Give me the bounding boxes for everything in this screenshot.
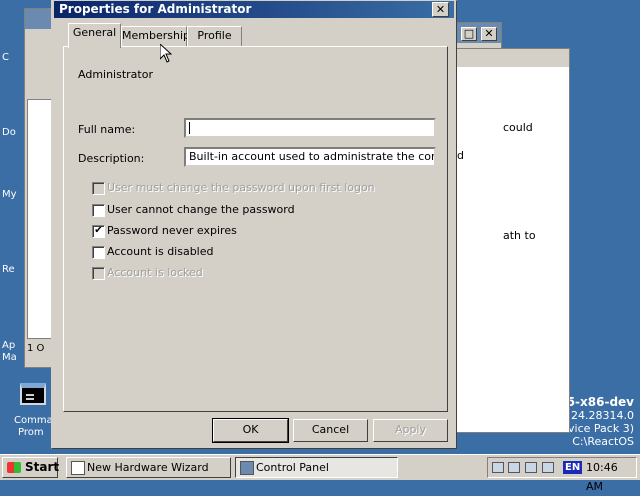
tab-membership[interactable]: Membership <box>121 26 190 47</box>
account-locked-label: Account is locked <box>107 266 203 279</box>
account-disabled-label: Account is disabled <box>107 245 214 258</box>
background-text-path: ath to <box>503 229 536 242</box>
background-window-right-toolbar <box>457 49 569 67</box>
background-text-d: d <box>457 149 464 162</box>
cancel-button[interactable]: Cancel <box>293 419 368 442</box>
general-tab-panel: Administrator Full name: Description: Bu… <box>63 46 448 412</box>
full-name-input[interactable] <box>184 118 436 138</box>
dialog-title: Properties for Administrator <box>59 2 252 16</box>
ok-button[interactable]: OK <box>212 418 289 443</box>
clock[interactable]: 10:46 AM <box>586 458 636 496</box>
start-label: Start <box>25 460 60 474</box>
account-disabled-checkbox[interactable] <box>92 246 105 259</box>
version-system-path: C:\ReactOS <box>572 435 634 448</box>
control-panel-icon <box>240 461 254 475</box>
safely-remove-icon[interactable] <box>525 462 537 473</box>
text-caret <box>189 122 190 134</box>
checkmark-icon: ✔ <box>94 225 103 236</box>
volume-icon[interactable] <box>492 462 504 473</box>
close-icon[interactable]: ✕ <box>481 27 497 41</box>
desktop-icon-command-prompt-line2: Prom <box>18 427 44 438</box>
background-window-status: 1 O <box>27 343 45 354</box>
mouse-cursor-icon <box>160 44 172 63</box>
network-icon[interactable] <box>508 462 520 473</box>
tab-profile[interactable]: Profile <box>187 26 242 47</box>
tab-general[interactable]: General <box>68 23 121 48</box>
dialog-titlebar[interactable]: Properties for Administrator ✕ <box>54 1 454 18</box>
taskbar: Start New Hardware Wizard Control Panel … <box>0 454 640 493</box>
description-input[interactable]: Built-in account used to administrate th… <box>184 147 436 167</box>
task-label: New Hardware Wizard <box>87 461 209 474</box>
password-never-expires-checkbox[interactable]: ✔ <box>92 225 105 238</box>
task-new-hardware-wizard[interactable]: New Hardware Wizard <box>66 457 231 478</box>
close-icon: ✕ <box>435 3 446 16</box>
start-logo-icon <box>7 462 21 473</box>
language-indicator[interactable]: EN <box>563 461 583 474</box>
start-button[interactable]: Start <box>2 457 60 478</box>
maximize-icon[interactable]: □ <box>461 27 477 41</box>
properties-dialog[interactable]: Properties for Administrator ✕ General M… <box>51 0 457 449</box>
background-window-right[interactable]: could d ath to <box>456 48 570 433</box>
background-text-could: could <box>503 121 533 134</box>
cannot-change-password-checkbox[interactable] <box>92 204 105 217</box>
must-change-password-label: User must change the password upon first… <box>107 181 375 194</box>
system-tray: EN 10:46 AM <box>487 457 637 493</box>
cannot-change-password-label: User cannot change the password <box>107 203 295 216</box>
dialog-close-button[interactable]: ✕ <box>432 2 449 17</box>
password-never-expires-label: Password never expires <box>107 224 237 237</box>
task-label: Control Panel <box>256 461 329 474</box>
desktop-icon-command-prompt[interactable]: Comma <box>14 415 54 427</box>
description-label: Description: <box>78 152 145 165</box>
full-name-label: Full name: <box>78 123 136 136</box>
display-icon[interactable] <box>542 462 554 473</box>
user-name-heading: Administrator <box>78 68 153 81</box>
wizard-icon <box>71 461 85 475</box>
account-locked-checkbox[interactable] <box>92 267 105 280</box>
apply-button[interactable]: Apply <box>373 419 448 442</box>
command-prompt-icon[interactable] <box>20 383 46 405</box>
must-change-password-checkbox[interactable] <box>92 182 105 195</box>
task-control-panel[interactable]: Control Panel <box>235 457 398 478</box>
